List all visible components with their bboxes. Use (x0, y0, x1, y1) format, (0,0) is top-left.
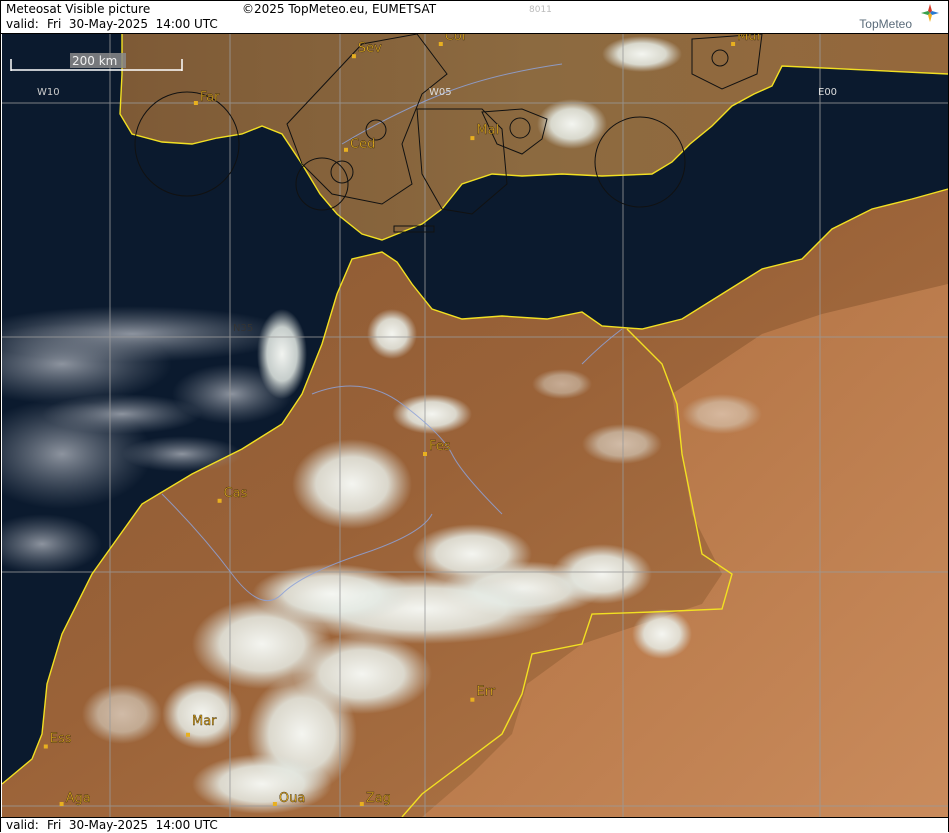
footer-valid-time: Fri 30-May-2025 14:00 UTC (47, 818, 218, 832)
city-label: Far (200, 90, 220, 105)
grid-label-w05: W05 (429, 87, 452, 98)
city-marker-icon (272, 802, 277, 806)
grid-label-e00: E00 (818, 87, 838, 98)
header-bar: Meteosat Visible picture valid: Fri 30-M… (1, 1, 948, 34)
city-marker-icon (43, 744, 48, 749)
product-title: Meteosat Visible picture (6, 2, 151, 16)
city-marker-icon (423, 452, 427, 456)
city-label: Aga (66, 791, 91, 806)
city-label: Ced (350, 137, 375, 152)
city-marker-icon (344, 147, 348, 152)
valid-time: Fri 30-May-2025 14:00 UTC (47, 17, 218, 31)
city-marker-icon (438, 42, 443, 46)
city-label: Cor (445, 34, 468, 44)
city-label: Err (476, 685, 495, 700)
brand-name: TopMeteo (859, 17, 912, 31)
map-frame: Meteosat Visible picture valid: Fri 30-M… (0, 0, 949, 833)
city-label: Mar (192, 714, 217, 729)
city-marker-icon (470, 697, 475, 702)
footer-bar: valid: Fri 30-May-2025 14:00 UTC (1, 817, 948, 833)
city-marker-icon (186, 732, 190, 737)
city-label: Cas (224, 486, 248, 501)
satellite-map[interactable]: 200 km Cor Mur Sev Far Mal Ced Fes Cas Err Mar Ess… (2, 34, 948, 817)
city-marker-icon (359, 802, 364, 806)
city-label: Ess (50, 732, 72, 747)
copyright: ©2025 TopMeteo.eu, EUMETSAT (242, 2, 437, 16)
grid-label-w10: W10 (37, 87, 60, 98)
city-label: Oua (279, 791, 305, 806)
satellite-image: 200 km Cor Mur Sev Far Mal Ced Fes Cas Err Mar Ess… (2, 34, 948, 817)
brand-logo[interactable]: TopMeteo (844, 3, 940, 33)
scale-label: 200 km (72, 54, 117, 68)
grid-label-n35: N35 (233, 323, 254, 334)
city-marker-icon (193, 101, 198, 105)
valid-label: valid: (6, 17, 39, 31)
city-marker-icon (470, 136, 475, 141)
image-code: 8011 (529, 5, 552, 15)
city-marker-icon (731, 42, 736, 46)
footer-valid-label: valid: (6, 818, 39, 832)
city-marker-icon (59, 802, 64, 806)
city-label: Mal (476, 123, 499, 138)
city-label: Mur (737, 34, 762, 44)
city-marker-icon (351, 54, 356, 59)
city-marker-icon (217, 498, 222, 503)
city-label: Zag (366, 791, 391, 806)
city-label: Fes (429, 439, 451, 454)
city-label: Sev (358, 41, 382, 56)
